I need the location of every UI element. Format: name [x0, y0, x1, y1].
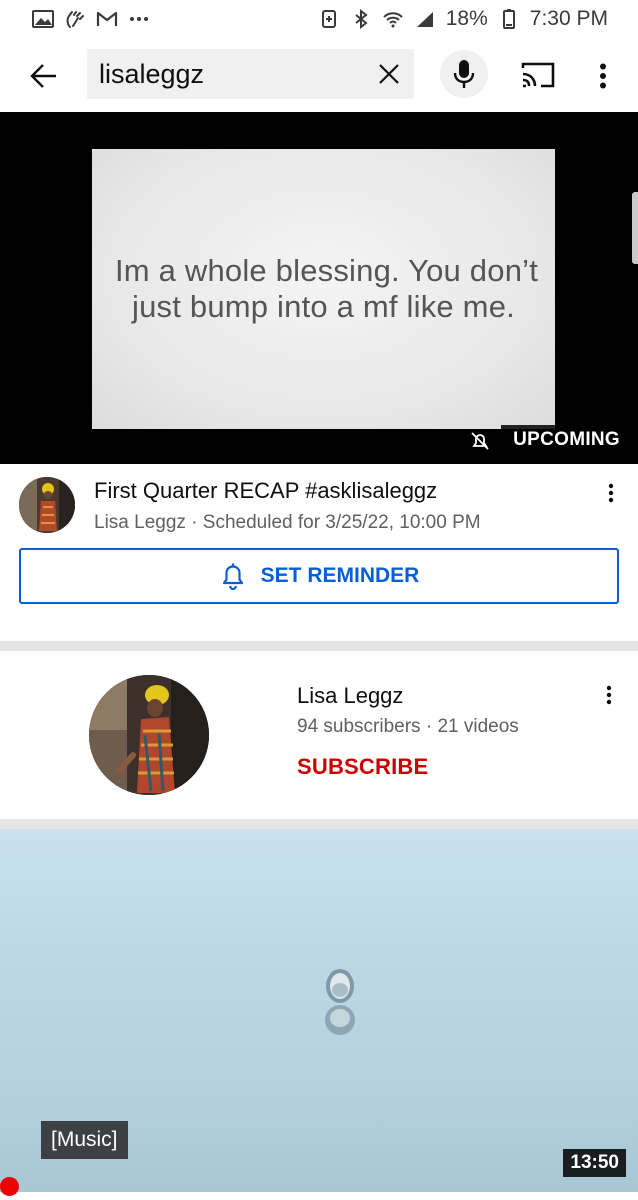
subscribe-button[interactable]: SUBSCRIBE: [297, 754, 428, 780]
search-header: [0, 38, 638, 112]
search-input[interactable]: [99, 49, 369, 99]
clear-search-button[interactable]: [374, 59, 404, 89]
back-arrow-icon: [30, 64, 56, 88]
battery-icon: [498, 9, 520, 29]
battery-saver-icon: [318, 9, 340, 29]
more-dots-icon: [128, 9, 150, 29]
thumbnail-quote-card: Im a whole blessing. You don’t just bump…: [92, 149, 555, 429]
bluetooth-icon: [350, 9, 372, 29]
caption-overlay: [Music]: [41, 1121, 128, 1159]
cast-button[interactable]: [518, 58, 558, 92]
voice-search-button[interactable]: [440, 50, 488, 98]
section-divider: [0, 819, 638, 829]
back-button[interactable]: [24, 56, 64, 96]
scrollbar-handle[interactable]: [632, 192, 638, 264]
wifi-icon: [382, 9, 404, 29]
signal-icon: [414, 9, 436, 29]
channel-avatar-large[interactable]: [89, 675, 209, 795]
more-options-button[interactable]: [588, 56, 618, 96]
video-thumbnail[interactable]: [Music] 13:50: [0, 829, 638, 1192]
water-drop-image: [325, 969, 355, 1035]
channel-stats: 94 subscribers · 21 videos: [297, 716, 519, 737]
clock: 7:30 PM: [529, 7, 608, 30]
channel-result[interactable]: Lisa Leggz 94 subscribers · 21 videos SU…: [0, 650, 638, 820]
more-vert-icon: [606, 685, 612, 705]
more-vert-icon: [600, 63, 606, 89]
thumbnail-text-line1: Im a whole blessing. You don’t: [114, 253, 539, 288]
status-bar-right: 18% 7:30 PM: [318, 7, 608, 31]
video-title[interactable]: First Quarter RECAP #asklisaleggz: [94, 478, 437, 504]
channel-menu-button[interactable]: [598, 682, 620, 708]
notifications-off-icon: [471, 432, 489, 450]
mic-icon: [453, 60, 475, 88]
playback-progress-indicator[interactable]: [0, 1177, 19, 1196]
status-bar-left: [32, 9, 150, 29]
video-subtitle: Lisa Leggz · Scheduled for 3/25/22, 10:0…: [94, 512, 481, 533]
duration-badge: 13:50: [563, 1149, 626, 1177]
upcoming-video-meta[interactable]: First Quarter RECAP #asklisaleggz Lisa L…: [0, 464, 638, 544]
set-reminder-label: SET REMINDER: [260, 564, 420, 587]
channel-name[interactable]: Lisa Leggz: [297, 683, 403, 709]
upcoming-video-thumbnail[interactable]: Im a whole blessing. You don’t just bump…: [0, 112, 638, 464]
channel-avatar[interactable]: [19, 477, 75, 533]
thumbnail-text-line2: just bump into a mf like me.: [132, 289, 515, 324]
wave-hand-icon: [64, 9, 86, 29]
gmail-icon: [96, 9, 118, 29]
set-reminder-button[interactable]: SET REMINDER: [19, 548, 619, 604]
gallery-icon: [32, 9, 54, 29]
battery-percent: 18%: [445, 7, 488, 30]
clear-icon: [379, 64, 399, 84]
video-menu-button[interactable]: [600, 480, 622, 506]
more-vert-icon: [608, 483, 614, 503]
search-box[interactable]: [87, 49, 414, 99]
cast-icon: [521, 62, 555, 88]
upcoming-badge: UPCOMING: [501, 425, 638, 455]
status-bar: 18% 7:30 PM: [0, 0, 638, 38]
bell-icon: [219, 561, 247, 591]
